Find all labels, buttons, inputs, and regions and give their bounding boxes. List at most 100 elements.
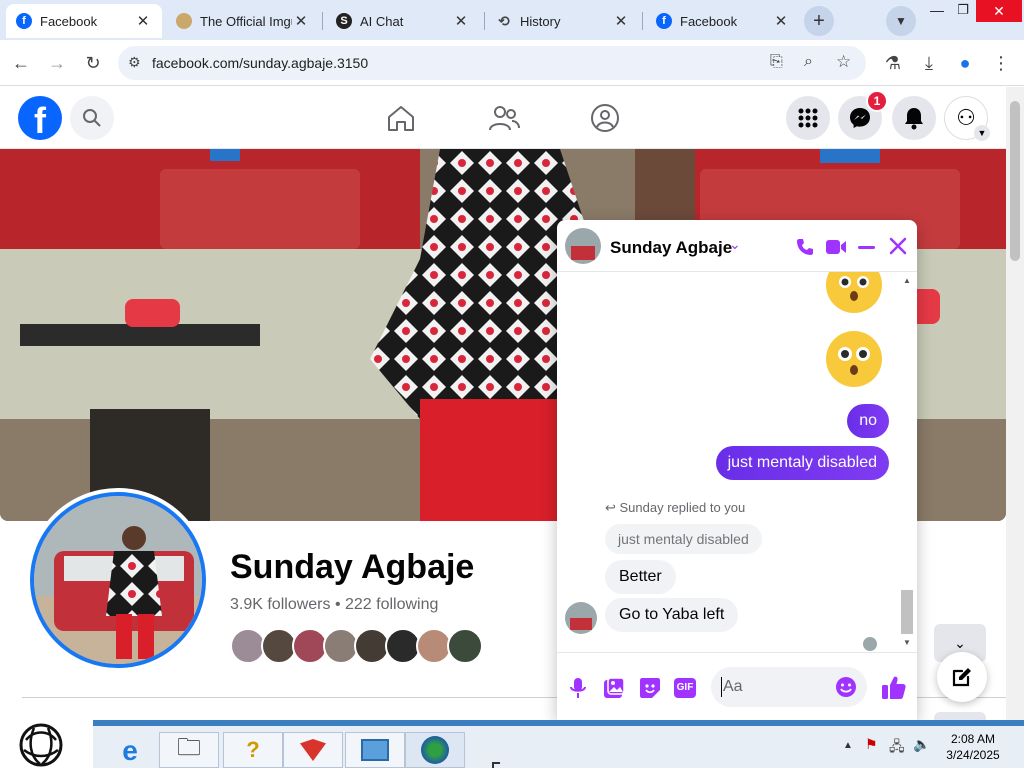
microphone-icon[interactable] <box>570 677 586 699</box>
friends-nav-button[interactable] <box>488 104 520 137</box>
message-input[interactable]: Aa <box>711 667 867 707</box>
menu-button[interactable] <box>786 96 830 140</box>
mouse-cursor-icon <box>492 762 500 768</box>
sticker-icon[interactable] <box>639 677 661 699</box>
new-message-button[interactable] <box>937 652 987 702</box>
search-button[interactable] <box>70 96 114 140</box>
home-nav-button[interactable] <box>386 104 416 137</box>
account-chevron-icon[interactable]: ▼ <box>974 125 990 141</box>
groups-icon <box>591 104 619 132</box>
chevron-down-icon[interactable]: ⌄ <box>729 236 741 253</box>
taskbar-control-panel-button[interactable] <box>345 732 405 768</box>
thumbs-up-icon[interactable] <box>881 674 907 700</box>
tray-network-icon[interactable]: 🖧 <box>889 736 905 760</box>
friend-avatar[interactable] <box>447 628 483 664</box>
taskbar-app-button[interactable] <box>283 732 343 768</box>
apps-grid-icon <box>798 108 818 128</box>
new-tab-label: + <box>813 9 825 32</box>
quoted-message[interactable]: just mentaly disabled <box>605 524 762 554</box>
compose-icon <box>952 668 971 687</box>
flushed-face-emoji-icon <box>826 331 882 387</box>
back-button[interactable]: ← <box>8 50 34 76</box>
outgoing-message[interactable]: no <box>847 404 889 438</box>
reply-note: ↩ Sunday replied to you <box>605 500 745 516</box>
groups-nav-button[interactable] <box>590 103 620 138</box>
facebook-logo-icon[interactable]: f <box>18 96 62 141</box>
chat-scrollbar-thumb[interactable] <box>901 590 913 634</box>
profile-photo-image <box>34 496 202 664</box>
chat-scrollbar[interactable]: ▲ ▼ <box>900 276 914 650</box>
tray-volume-icon[interactable]: 🔈 <box>913 736 930 753</box>
folder-icon: 🗀 <box>177 733 201 761</box>
page-scrollbar[interactable] <box>1006 87 1024 720</box>
tray-flag-icon[interactable]: ⚑ <box>865 736 878 753</box>
scroll-up-icon[interactable]: ▲ <box>903 276 911 285</box>
minimize-chat-icon[interactable] <box>858 246 875 249</box>
friend-avatars <box>230 628 490 664</box>
gif-icon[interactable]: GIF <box>674 678 696 698</box>
sender-avatar[interactable] <box>565 602 597 634</box>
tray-expand-icon[interactable]: ▲ <box>843 740 853 751</box>
zoom-icon[interactable]: ⌕ <box>804 53 813 71</box>
tab-facebook-active[interactable]: f Facebook ✕ <box>6 4 162 38</box>
control-panel-icon <box>361 739 389 761</box>
clock-time[interactable]: 2:08 AM <box>943 732 1003 746</box>
notifications-button[interactable] <box>892 96 936 140</box>
chevron-down-icon: ⌄ <box>954 635 966 651</box>
internet-explorer-icon[interactable]: e <box>113 734 147 768</box>
tab-facebook[interactable]: f Facebook ✕ <box>646 4 800 38</box>
incoming-message[interactable]: Go to Yaba left <box>605 598 739 632</box>
tab-ai-chat[interactable]: S AI Chat ✕ <box>326 4 480 38</box>
messenger-badge: 1 <box>866 90 888 112</box>
forward-button[interactable]: → <box>44 50 70 76</box>
close-tab-icon[interactable]: ✕ <box>134 12 152 30</box>
menu-kebab-icon[interactable]: ⋮ <box>988 50 1014 76</box>
close-chat-icon[interactable] <box>889 237 907 255</box>
chat-composer: GIF Aa <box>557 652 917 720</box>
download-icon[interactable]: ⤓ <box>916 50 942 76</box>
close-tab-icon[interactable]: ✕ <box>292 12 310 30</box>
chat-messages-area: no just mentaly disabled ↩ Sunday replie… <box>557 272 917 652</box>
desktop-art-icon[interactable] <box>18 722 64 768</box>
bookmark-star-icon[interactable]: ☆ <box>836 52 851 72</box>
close-window-button[interactable]: ✕ <box>976 0 1022 22</box>
video-call-icon[interactable] <box>825 238 847 256</box>
avatar-art-icon: ⚇ <box>956 105 976 130</box>
restore-window-button[interactable]: ❐ <box>952 2 974 24</box>
facebook-favicon-icon: f <box>16 13 32 29</box>
pleading-face-emoji-icon <box>826 272 882 313</box>
tab-search-button[interactable]: ▼ <box>886 6 916 36</box>
reload-button[interactable]: ↻ <box>80 50 106 76</box>
chat-contact-name[interactable]: Sunday Agbaje <box>610 238 732 258</box>
chat-contact-avatar[interactable] <box>565 228 601 264</box>
profile-icon[interactable]: ● <box>952 50 978 76</box>
taskbar-help-button[interactable]: ? <box>223 732 283 768</box>
outgoing-message[interactable]: just mentaly disabled <box>715 446 889 480</box>
taskbar-browser-button[interactable] <box>405 732 465 768</box>
address-bar[interactable]: ⚙ facebook.com/sunday.agbaje.3150 ⎘ ⌕ ☆ <box>118 46 866 80</box>
followers-count[interactable]: 3.9K followers • 222 following <box>230 596 438 614</box>
tab-imgur[interactable]: The Official Imgur ✕ <box>166 4 320 38</box>
page-scrollbar-thumb[interactable] <box>1010 101 1020 261</box>
install-app-icon[interactable]: ⎘ <box>770 53 783 71</box>
clock-date[interactable]: 3/24/2025 <box>941 748 1005 762</box>
taskbar-explorer-button[interactable]: 🗀 <box>159 732 219 768</box>
photo-icon[interactable] <box>603 677 625 699</box>
windows-taskbar: e 🗀 ? ▲ ⚑ 🖧 🔈 2:08 AM 3/24/2025 <box>93 720 1024 768</box>
emoji-picker-icon[interactable] <box>835 676 857 698</box>
tab-history[interactable]: ⟲ History ✕ <box>486 4 640 38</box>
ai-chat-favicon-icon: S <box>336 13 352 29</box>
close-tab-icon[interactable]: ✕ <box>612 12 630 30</box>
incoming-message[interactable]: Better <box>605 560 676 594</box>
labs-flask-icon[interactable]: ⚗ <box>880 50 906 76</box>
site-info-icon[interactable]: ⚙ <box>128 54 141 71</box>
tab-separator <box>322 12 323 30</box>
badge-count: 1 <box>873 94 881 108</box>
close-tab-icon[interactable]: ✕ <box>772 12 790 30</box>
voice-call-icon[interactable] <box>795 237 815 257</box>
minimize-window-button[interactable]: — <box>926 2 948 24</box>
new-tab-button[interactable]: + <box>804 6 834 36</box>
close-tab-icon[interactable]: ✕ <box>452 12 470 30</box>
scroll-down-icon[interactable]: ▼ <box>903 638 911 647</box>
profile-picture[interactable] <box>26 488 210 672</box>
